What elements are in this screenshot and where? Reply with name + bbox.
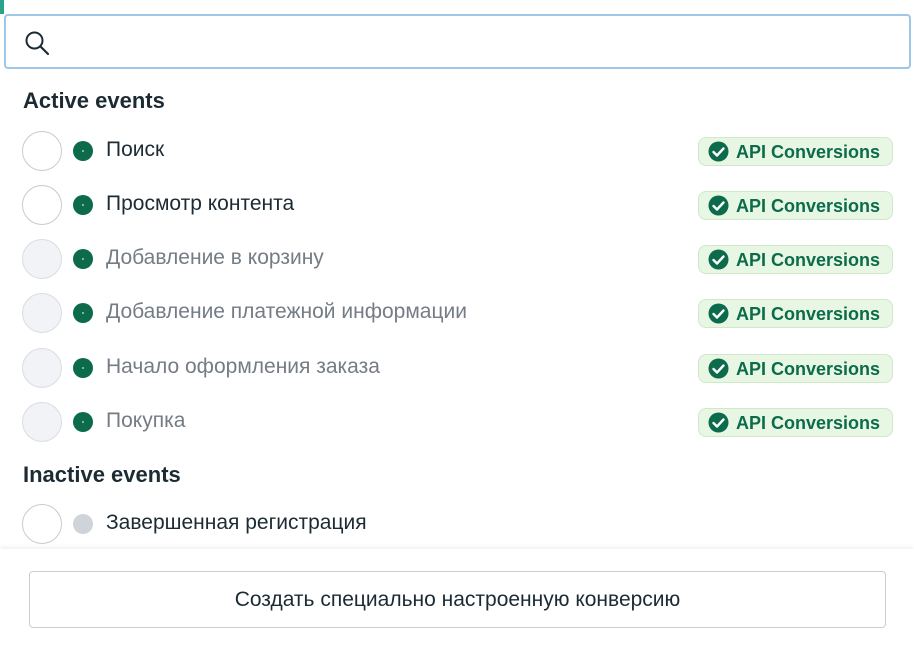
- event-picker-dropdown: Active events Поиск API Conversions Прос…: [0, 0, 914, 650]
- dropdown-footer: Создать специально настроенную конверсию: [0, 549, 914, 650]
- event-row-complete-registration[interactable]: Завершенная регистрация: [0, 497, 914, 551]
- status-dot-icon: [73, 195, 93, 215]
- radio-button: [22, 348, 62, 388]
- api-conversions-badge: API Conversions: [698, 245, 893, 274]
- radio-button: [22, 293, 62, 333]
- api-conversions-badge: API Conversions: [698, 408, 893, 437]
- search-input[interactable]: [66, 26, 896, 58]
- check-circle-icon: [708, 249, 729, 270]
- search-box[interactable]: [4, 14, 911, 69]
- status-dot-icon: [73, 412, 93, 432]
- inactive-events-heading: Inactive events: [23, 462, 181, 487]
- radio-button[interactable]: [22, 131, 62, 171]
- radio-button: [22, 239, 62, 279]
- event-label: Просмотр контента: [106, 192, 295, 215]
- create-custom-conversion-button[interactable]: Создать специально настроенную конверсию: [29, 571, 886, 628]
- obscured-text: [68, 0, 858, 6]
- radio-button[interactable]: [22, 504, 62, 544]
- api-conversions-badge: API Conversions: [698, 354, 893, 383]
- event-row-purchase: Покупка API Conversions: [0, 395, 914, 449]
- event-row-add-to-cart: Добавление в корзину API Conversions: [0, 232, 914, 286]
- event-label: Добавление в корзину: [106, 246, 324, 269]
- api-conversions-badge: API Conversions: [698, 137, 893, 166]
- event-row-add-payment-info: Добавление платежной информации API Conv…: [0, 286, 914, 340]
- check-circle-icon: [708, 412, 729, 433]
- status-dot-icon: [73, 141, 93, 161]
- check-circle-icon: [708, 358, 729, 379]
- event-row-initiate-checkout: Начало оформления заказа API Conversions: [0, 341, 914, 395]
- event-label: Завершенная регистрация: [106, 511, 367, 534]
- radio-button[interactable]: [22, 185, 62, 225]
- check-circle-icon: [708, 195, 729, 216]
- api-conversions-badge: API Conversions: [698, 191, 893, 220]
- status-dot-icon: [73, 514, 93, 534]
- active-events-heading: Active events: [23, 88, 165, 113]
- check-circle-icon: [708, 141, 729, 162]
- event-row-view-content[interactable]: Просмотр контента API Conversions: [0, 178, 914, 232]
- radio-button: [22, 402, 62, 442]
- status-dot-icon: [73, 303, 93, 323]
- event-row-search[interactable]: Поиск API Conversions: [0, 124, 914, 178]
- check-circle-icon: [708, 303, 729, 324]
- background-content-peek: [0, 0, 914, 14]
- badge-label: API Conversions: [736, 196, 881, 216]
- badge-label: API Conversions: [736, 413, 881, 433]
- api-conversions-badge: API Conversions: [698, 299, 893, 328]
- status-dot-icon: [73, 358, 93, 378]
- event-label: Поиск: [106, 138, 165, 161]
- accent-bar: [0, 0, 4, 14]
- badge-label: API Conversions: [736, 359, 881, 379]
- status-dot-icon: [73, 249, 93, 269]
- search-icon: [25, 31, 50, 56]
- badge-label: API Conversions: [736, 304, 881, 324]
- event-label: Покупка: [106, 409, 186, 432]
- event-label: Добавление платежной информации: [106, 300, 467, 323]
- event-label: Начало оформления заказа: [106, 355, 380, 378]
- badge-label: API Conversions: [736, 142, 881, 162]
- badge-label: API Conversions: [736, 250, 881, 270]
